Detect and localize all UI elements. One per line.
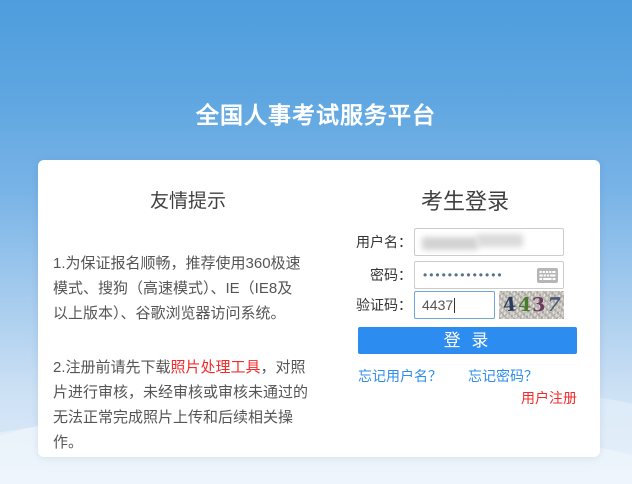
- forgot-username-link[interactable]: 忘记用户名？: [358, 366, 442, 386]
- masked-username-value: [477, 234, 523, 247]
- username-label: 用户名：: [345, 232, 412, 252]
- text-cursor: [454, 298, 455, 313]
- password-masked-value: •••••••••••••: [423, 262, 504, 288]
- captcha-label: 验证码：: [345, 295, 412, 315]
- register-link[interactable]: 用户注册: [521, 388, 577, 408]
- captcha-row: 验证码： 4437 4 4 3 7: [345, 291, 564, 319]
- tips-paragraph-1: 1.为保证报名顺畅，推荐使用360极速 模式、搜狗（高速模式）、IE（IE8及 …: [53, 251, 349, 326]
- page-title: 全国人事考试服务平台: [0, 96, 632, 130]
- masked-username-value: [422, 237, 478, 250]
- login-panel: 考生登录 用户名： 密码： •••••••••••••: [345, 160, 585, 457]
- password-label: 密码：: [345, 265, 412, 285]
- username-input[interactable]: [414, 228, 564, 256]
- password-row: 密码： •••••••••••••: [345, 261, 564, 289]
- username-row: 用户名：: [345, 228, 564, 256]
- password-input[interactable]: •••••••••••••: [414, 261, 564, 289]
- tips-body: 1.为保证报名顺畅，推荐使用360极速 模式、搜狗（高速模式）、IE（IE8及 …: [53, 226, 349, 484]
- captcha-digit: 7: [544, 291, 564, 319]
- forgot-password-link[interactable]: 忘记密码？: [468, 366, 538, 386]
- captcha-input-value: 4437: [422, 297, 453, 313]
- tips-heading: 友情提示: [38, 186, 338, 213]
- login-heading: 考生登录: [345, 184, 585, 216]
- photo-tool-link[interactable]: 照片处理工具: [171, 359, 261, 376]
- captcha-image[interactable]: 4 4 3 7: [499, 291, 564, 319]
- login-page: 全国人事考试服务平台 友情提示 1.为保证报名顺畅，推荐使用360极速 模式、搜…: [0, 0, 632, 484]
- login-button[interactable]: 登 录: [358, 327, 577, 354]
- tips-paragraph-2-text: 2.注册前请先下载: [53, 359, 171, 376]
- captcha-digit: 4: [517, 291, 532, 320]
- tips-paragraph-2: 2.注册前请先下载照片处理工具，对照 片进行审核，未经审核或审核未通过的 无法正…: [53, 355, 349, 455]
- keyboard-icon[interactable]: [537, 268, 558, 283]
- captcha-digit: 4: [502, 290, 518, 319]
- login-card: 友情提示 1.为保证报名顺畅，推荐使用360极速 模式、搜狗（高速模式）、IE（…: [38, 160, 600, 457]
- captcha-input[interactable]: 4437: [414, 291, 495, 319]
